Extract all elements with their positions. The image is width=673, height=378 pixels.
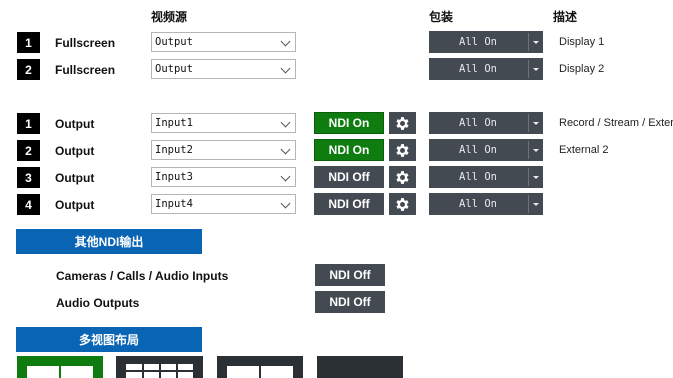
chevron-down-icon xyxy=(280,171,291,182)
source-select[interactable]: Output xyxy=(151,59,296,79)
row-label: Output xyxy=(55,171,95,185)
header-video-source: 视频源 xyxy=(151,10,188,24)
settings-button[interactable] xyxy=(389,139,416,161)
ndi-toggle-button[interactable]: NDI Off xyxy=(314,193,384,215)
layout-thumbnail-icon xyxy=(126,364,193,378)
source-select-value: Input4 xyxy=(155,198,193,210)
source-select[interactable]: Output xyxy=(151,32,296,52)
row-number: 1 xyxy=(17,32,40,53)
gear-icon xyxy=(396,197,409,211)
row-number: 3 xyxy=(17,167,40,188)
source-select-value: Input2 xyxy=(155,144,193,156)
dropdown-arrow-icon xyxy=(533,176,539,179)
settings-button[interactable] xyxy=(389,166,416,188)
package-value: All On xyxy=(459,171,497,183)
source-select[interactable]: Input2 xyxy=(151,140,296,160)
settings-button[interactable] xyxy=(389,193,416,215)
source-select-value: Output xyxy=(155,36,193,48)
header-package: 包装 xyxy=(429,10,454,24)
dropdown-arrow-icon xyxy=(533,41,539,44)
package-dropdown[interactable]: All On xyxy=(429,193,543,215)
gear-icon xyxy=(396,143,409,157)
dropdown-arrow-icon xyxy=(533,68,539,71)
layout-thumbnail-icon xyxy=(227,366,293,378)
package-dropdown[interactable]: All On xyxy=(429,166,543,188)
package-dropdown[interactable]: All On xyxy=(429,112,543,134)
chevron-down-icon xyxy=(280,36,291,47)
chevron-down-icon xyxy=(280,117,291,128)
other-ndi-section-title: 其他NDI输出 xyxy=(16,229,202,254)
package-value: All On xyxy=(459,63,497,75)
row-number: 4 xyxy=(17,194,40,215)
package-dropdown[interactable]: All On xyxy=(429,139,543,161)
package-dropdown[interactable]: All On xyxy=(429,31,543,53)
multiview-layout-option[interactable] xyxy=(17,356,103,378)
source-select-value: Output xyxy=(155,63,193,75)
audio-outputs-label: Audio Outputs xyxy=(56,296,140,310)
dropdown-arrow-icon xyxy=(533,122,539,125)
row-label: Output xyxy=(55,198,95,212)
package-value: All On xyxy=(459,198,497,210)
multiview-layout-option[interactable] xyxy=(217,356,303,378)
source-select[interactable]: Input1 xyxy=(151,113,296,133)
cameras-calls-audio-label: Cameras / Calls / Audio Inputs xyxy=(56,269,229,283)
chevron-down-icon xyxy=(280,198,291,209)
ndi-toggle-button[interactable]: NDI On xyxy=(314,112,384,134)
ndi-toggle-button[interactable]: NDI Off xyxy=(314,166,384,188)
ndi-toggle-button[interactable]: NDI Off xyxy=(315,264,385,286)
chevron-down-icon xyxy=(280,144,291,155)
row-label: Fullscreen xyxy=(55,63,116,77)
row-number: 2 xyxy=(17,140,40,161)
gear-icon xyxy=(396,116,409,130)
settings-button[interactable] xyxy=(389,112,416,134)
package-value: All On xyxy=(459,117,497,129)
source-select-value: Input3 xyxy=(155,171,193,183)
description-text[interactable]: External 2 xyxy=(559,144,609,156)
package-value: All On xyxy=(459,36,497,48)
multiview-section-title: 多视图布局 xyxy=(16,327,202,352)
ndi-toggle-button[interactable]: NDI Off xyxy=(315,291,385,313)
dropdown-arrow-icon xyxy=(533,203,539,206)
layout-thumbnail-icon xyxy=(27,366,93,378)
gear-icon xyxy=(396,170,409,184)
row-number: 1 xyxy=(17,113,40,134)
dropdown-arrow-icon xyxy=(533,149,539,152)
row-label: Fullscreen xyxy=(55,36,116,50)
multiview-layout-option[interactable] xyxy=(317,356,403,378)
package-dropdown[interactable]: All On xyxy=(429,58,543,80)
description-text[interactable]: Record / Stream / Exter xyxy=(559,117,673,129)
row-number: 2 xyxy=(17,59,40,80)
description-text[interactable]: Display 2 xyxy=(559,63,604,75)
row-label: Output xyxy=(55,117,95,131)
chevron-down-icon xyxy=(280,63,291,74)
multiview-layout-option[interactable] xyxy=(116,356,203,378)
row-label: Output xyxy=(55,144,95,158)
ndi-toggle-button[interactable]: NDI On xyxy=(314,139,384,161)
header-description: 描述 xyxy=(553,10,578,24)
description-text[interactable]: Display 1 xyxy=(559,36,604,48)
source-select-value: Input1 xyxy=(155,117,193,129)
source-select[interactable]: Input3 xyxy=(151,167,296,187)
package-value: All On xyxy=(459,144,497,156)
source-select[interactable]: Input4 xyxy=(151,194,296,214)
